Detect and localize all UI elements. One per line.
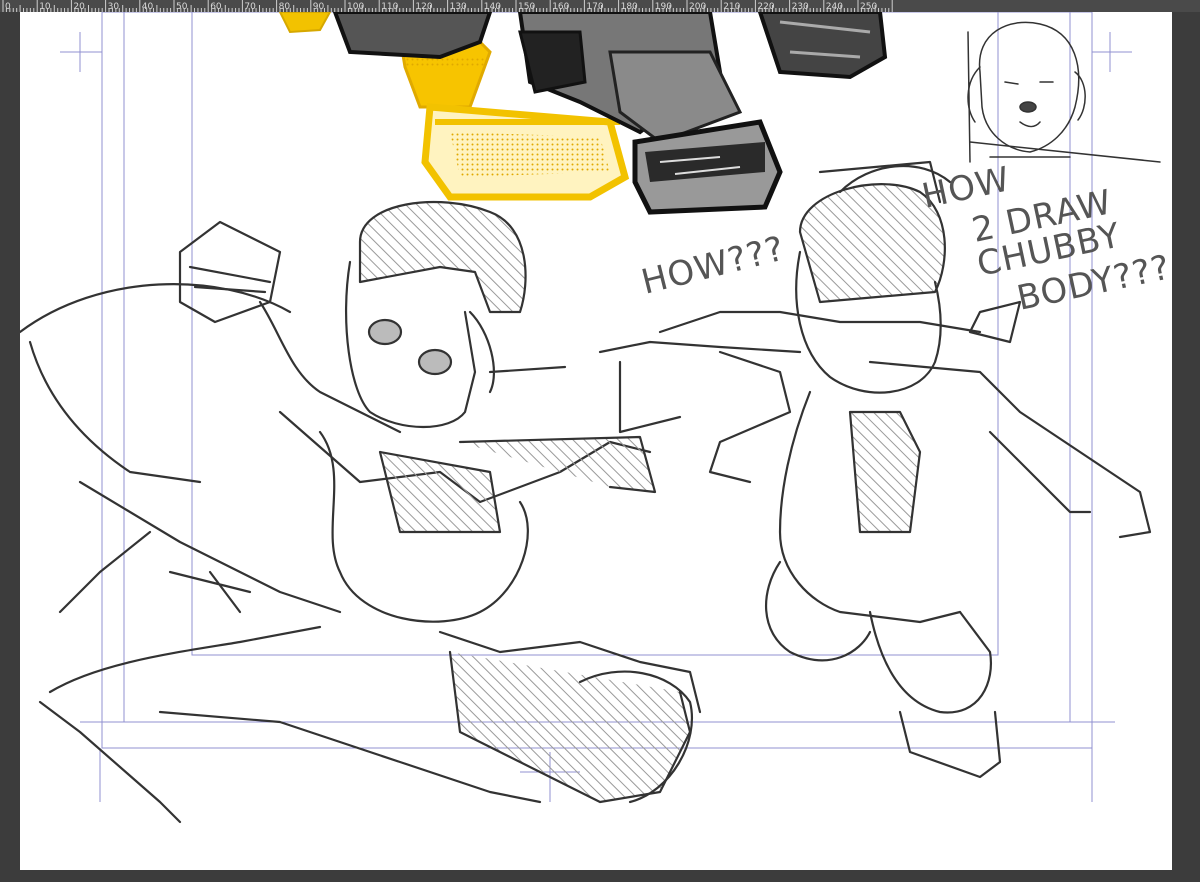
top-ruler[interactable]: 0 10 20 30 40 50 60 70 80 90 100 110 120 130 140 150 160… <box>0 0 1200 12</box>
left-figure-sketch <box>20 200 702 824</box>
drawing-canvas[interactable]: HOW??? HOW 2 DRAW CHUBBY BODY??? <box>20 12 1172 870</box>
left-workspace-edge <box>0 12 20 870</box>
dog-sketch <box>967 21 1161 163</box>
canvas-artwork: HOW??? HOW 2 DRAW CHUBBY BODY??? <box>20 12 1172 824</box>
bottom-workspace-edge[interactable] <box>0 870 1200 882</box>
right-workspace-edge[interactable] <box>1172 12 1200 882</box>
ruler-scale: 0 10 20 30 40 50 60 70 80 90 100 110 120 130 140 150 160… <box>2 0 893 12</box>
note-how-left: HOW??? <box>638 229 789 303</box>
